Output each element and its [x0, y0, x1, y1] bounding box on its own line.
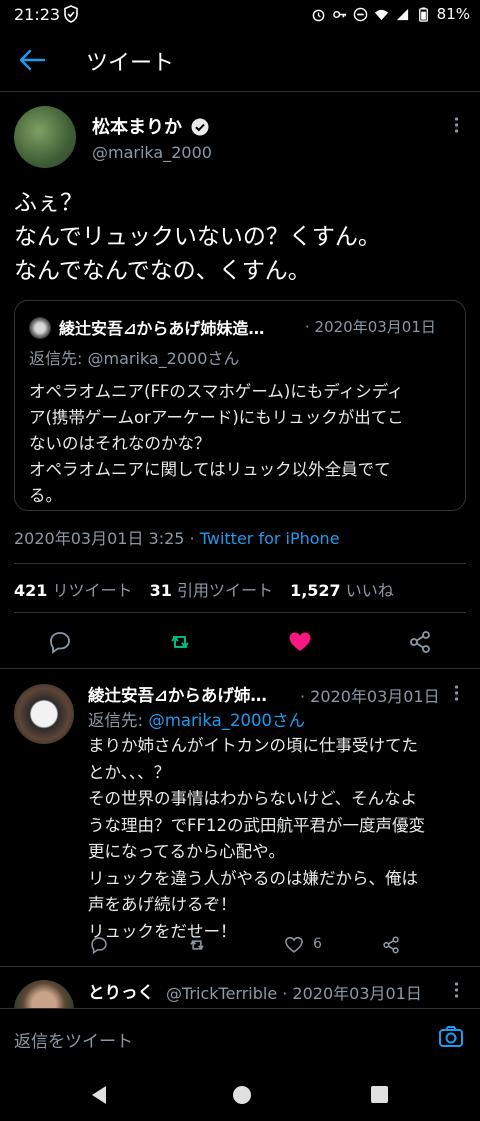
retweet-count[interactable]: 421: [14, 581, 47, 600]
reply-date: · 2020年03月01日: [300, 687, 440, 706]
camera-icon[interactable]: [438, 1025, 464, 1049]
author-name: 松本まりか: [92, 117, 182, 138]
status-icons: 81%: [311, 5, 470, 23]
quoted-text: オペラオムニア(FFのスマホゲーム)にもディシディ ア(携帯ゲームorアーケード…: [29, 379, 453, 509]
reply-line: 更になってるから心配や。: [88, 842, 286, 861]
reply-line: とか、、、？: [88, 762, 171, 782]
status-time: 21:23: [14, 5, 61, 24]
system-nav-bar: [0, 1066, 480, 1121]
key-icon: [332, 10, 346, 18]
meta-separator: ·: [184, 529, 200, 548]
like-icon[interactable]: [287, 629, 313, 655]
quoted-line: オペラオムニア(FFのスマホゲーム)にもディシディ: [29, 382, 404, 401]
quoted-author-name: 綾辻安吾⊿からあげ姉妹造…: [59, 319, 265, 338]
alarm-icon: [312, 9, 325, 21]
back-arrow-icon[interactable]: [18, 48, 46, 72]
more-options-icon[interactable]: [454, 116, 459, 134]
reply-icon[interactable]: [47, 629, 73, 655]
reply-to-prefix: 返信先:: [88, 711, 149, 730]
quoted-reply-to: 返信先: @marika_2000さん: [29, 349, 240, 368]
quote-count[interactable]: 31: [150, 581, 172, 600]
signal-icon: [396, 8, 408, 20]
tweet-text: ふぇ？ なんでリュックいないの？くすん。 なんでなんでなの、くすん。: [14, 186, 466, 288]
quoted-date: · 2020年03月01日: [305, 318, 436, 336]
like-label[interactable]: いいね: [346, 581, 394, 600]
reply-line: リュックを違う人がやるのは嫌だから、俺は: [88, 868, 418, 888]
reply-composer[interactable]: 返信をツイート: [0, 1008, 480, 1064]
share-icon[interactable]: [407, 629, 433, 655]
quoted-tweet[interactable]: 綾辻安吾⊿からあげ姉妹造… · 2020年03月01日 返信先: @marika…: [14, 300, 466, 511]
reply-more-icon[interactable]: [454, 684, 459, 702]
quoted-line: ア(携帯ゲームorアーケード)にもリュックが出てこ: [29, 408, 404, 427]
retweet-icon[interactable]: [167, 629, 193, 655]
page-title: ツイート: [86, 51, 175, 76]
author-name-row[interactable]: 松本まりか: [92, 113, 209, 139]
quoted-line: オペラオムニアに関してはリュック以外全員でて: [29, 460, 391, 479]
reply-author-avatar[interactable]: [14, 684, 74, 744]
quote-label[interactable]: 引用ツイート: [177, 581, 273, 600]
reply-input[interactable]: 返信をツイート: [14, 1027, 133, 1052]
quoted-author-avatar: [29, 317, 51, 339]
quoted-line: る。: [29, 486, 62, 505]
reply-like-icon[interactable]: [284, 935, 304, 955]
divider: [14, 563, 466, 564]
wifi-icon: [374, 9, 388, 20]
tweet-timestamp: 2020年03月01日 3:25: [14, 529, 185, 548]
retweet-label[interactable]: リツイート: [53, 581, 133, 600]
tweet-line: なんでリュックいないの？くすん。: [14, 224, 381, 250]
author-avatar[interactable]: [14, 106, 76, 168]
nav-home-icon[interactable]: [233, 1086, 251, 1104]
verified-badge-icon: [191, 118, 209, 136]
reply-share-icon[interactable]: [381, 935, 401, 955]
reply-line: その世界の事情はわからないけど、そんなよ: [88, 789, 418, 808]
reply-line: 声をあげ続けるぞ！: [88, 895, 237, 914]
third-author-name[interactable]: とりっく: [88, 979, 154, 1003]
reply-line: うな理由？でFF12の武田航平君が一度声優変: [88, 815, 425, 835]
quoted-line: ないのはそれなのかな？: [29, 434, 211, 453]
third-more-icon[interactable]: [454, 981, 459, 999]
reply-to-line: 返信先: @marika_2000さん: [88, 707, 305, 731]
reply-reply-icon[interactable]: [89, 935, 109, 955]
author-handle: @marika_2000: [92, 143, 212, 162]
status-bar: 21:23 81%: [0, 0, 480, 30]
reply-actions: 6: [0, 930, 480, 960]
tweet-actions: [0, 622, 480, 662]
reply-author-name[interactable]: 綾辻安吾⊿からあげ姉…: [88, 682, 267, 706]
tweet-line: なんでなんでなの、くすん。: [14, 258, 311, 284]
reply-like-count: 6: [313, 936, 322, 952]
reply-retweet-icon[interactable]: [187, 935, 207, 955]
shield-icon: [64, 5, 78, 23]
nav-back-icon[interactable]: [92, 1086, 106, 1104]
tweet-line: ふぇ？: [14, 190, 83, 216]
reply-mention-link[interactable]: @marika_2000さん: [148, 711, 305, 730]
nav-recents-icon[interactable]: [371, 1086, 388, 1103]
tweet-source-link[interactable]: Twitter for iPhone: [200, 529, 340, 548]
tweet-meta: 2020年03月01日 3:25 · Twitter for iPhone: [14, 525, 340, 549]
block-icon: [353, 7, 367, 21]
third-handle-date: @TrickTerrible · 2020年03月01日: [166, 984, 422, 1003]
divider: [14, 612, 466, 613]
top-header: ツイート: [0, 30, 480, 92]
engagement-stats: 421 リツイート 31 引用ツイート 1,527 いいね: [14, 577, 406, 601]
reply-line: まりか姉さんがイトカンの頃に仕事受けてた: [88, 736, 418, 755]
like-count[interactable]: 1,527: [290, 581, 341, 600]
battery-icon: [418, 6, 428, 22]
battery-level: 81%: [436, 5, 470, 23]
reply-text: まりか姉さんがイトカンの頃に仕事受けてた とか、、、？ その世界の事情はわからな…: [88, 733, 464, 945]
